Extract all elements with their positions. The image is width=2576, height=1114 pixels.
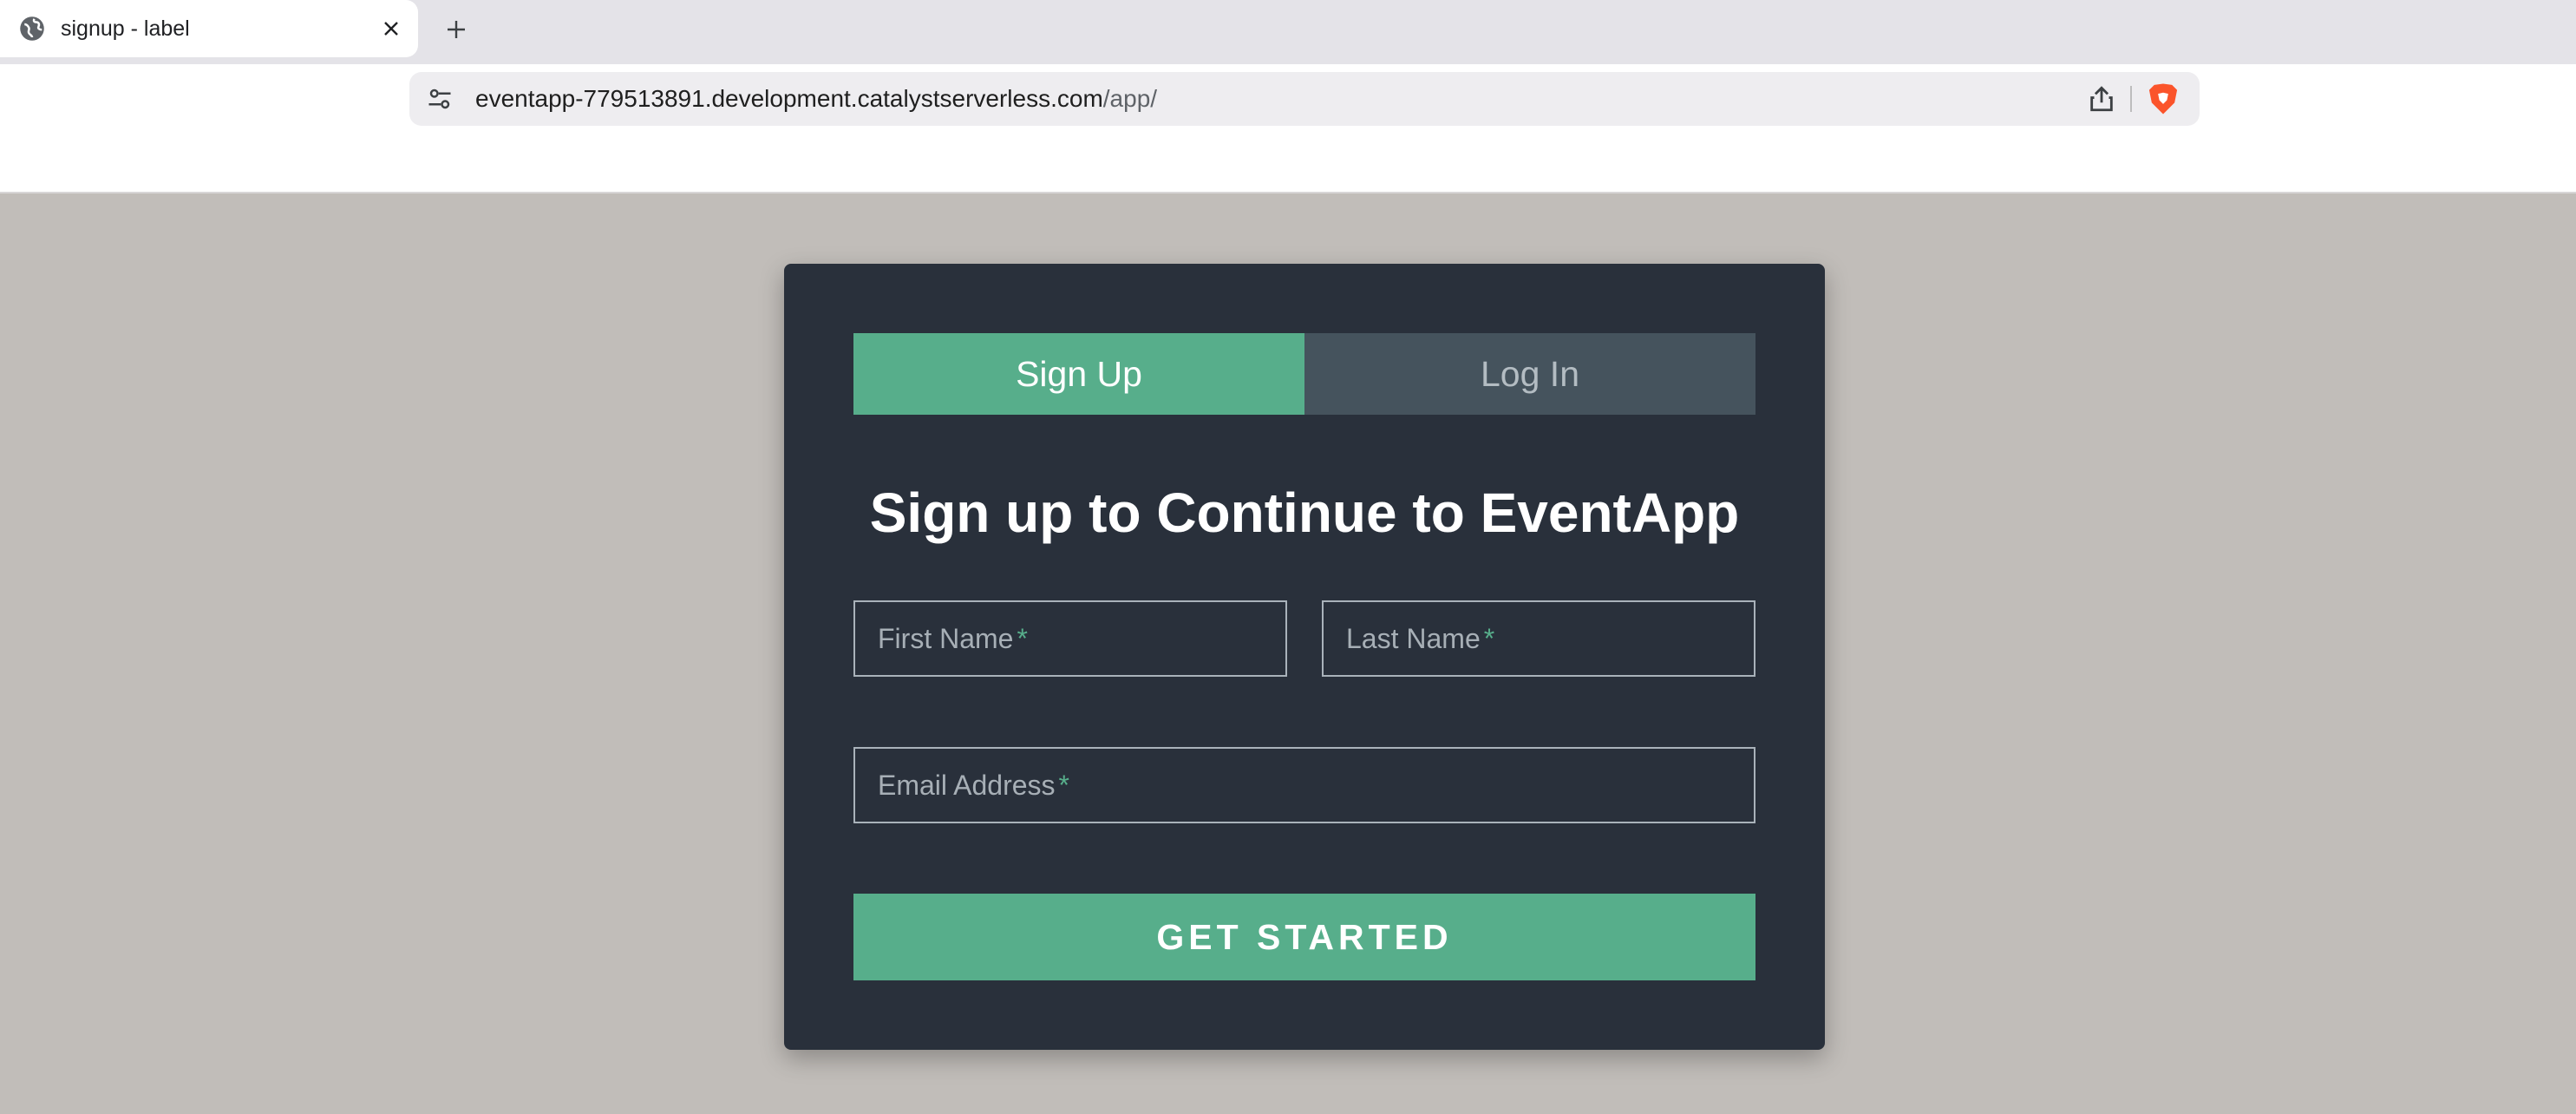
url-text: eventapp-779513891.development.catalysts… [475, 72, 1157, 126]
first-name-placeholder: First Name * [878, 602, 1028, 675]
email-field[interactable]: Email Address * [853, 747, 1755, 823]
browser-toolbar: eventapp-779513891.development.catalysts… [0, 64, 2576, 193]
share-icon[interactable] [2087, 84, 2116, 114]
auth-tabs: Sign Up Log In [853, 333, 1755, 415]
tab-sign-up[interactable]: Sign Up [853, 333, 1304, 415]
plus-icon[interactable] [441, 14, 472, 45]
last-name-placeholder: Last Name * [1346, 602, 1494, 675]
last-name-label: Last Name [1346, 623, 1481, 654]
signup-card: Sign Up Log In Sign up to Continue to Ev… [784, 264, 1825, 1050]
first-name-field[interactable]: First Name * [853, 600, 1287, 677]
browser-tab[interactable]: signup - label [0, 0, 418, 57]
last-name-field[interactable]: Last Name * [1322, 600, 1755, 677]
required-asterisk: * [1058, 770, 1069, 801]
page-title: Sign up to Continue to EventApp [869, 482, 1740, 544]
browser-tabstrip: signup - label [0, 0, 2576, 64]
address-bar[interactable]: eventapp-779513891.development.catalysts… [409, 72, 2200, 126]
required-asterisk: * [1017, 623, 1028, 654]
close-icon[interactable] [378, 16, 404, 42]
tune-icon[interactable] [427, 86, 453, 112]
email-label: Email Address [878, 770, 1056, 801]
globe-icon [20, 16, 44, 41]
url-path: /app/ [1102, 85, 1158, 112]
email-placeholder: Email Address * [878, 749, 1069, 822]
tab-log-in[interactable]: Log In [1304, 333, 1755, 415]
brave-lion-icon[interactable] [2148, 82, 2179, 115]
required-asterisk: * [1483, 623, 1495, 654]
get-started-button[interactable]: GET STARTED [853, 894, 1755, 980]
url-host: eventapp-779513891.development.catalysts… [475, 85, 1103, 112]
first-name-label: First Name [878, 623, 1014, 654]
tab-title: signup - label [61, 16, 190, 41]
toolbar-separator [2130, 86, 2132, 112]
